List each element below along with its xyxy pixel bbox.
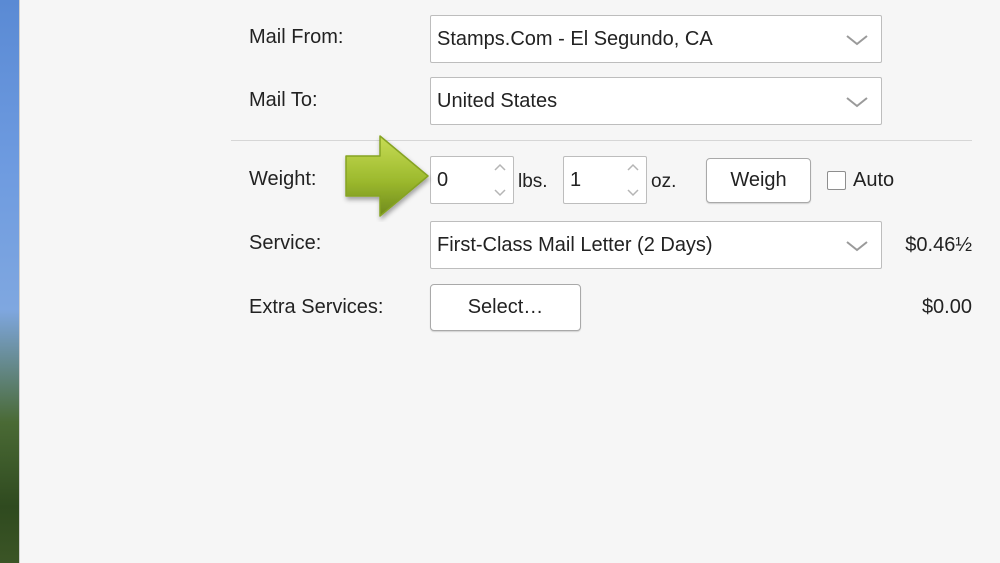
desktop-background-strip [0,0,20,563]
extra-services-price: $0.00 [921,296,972,318]
weight-label: Weight: [249,168,317,190]
service-label: Service: [249,232,322,254]
service-price: $0.46½ [905,234,972,256]
weight-lbs-value: 0 [437,168,449,191]
chevron-down-icon [846,35,868,46]
mail-from-select[interactable]: Stamps.Com - El Segundo, CA [430,15,882,63]
mail-from-value: Stamps.Com - El Segundo, CA [437,27,713,50]
chevron-down-icon [846,241,868,252]
stepper-arrows-icon[interactable] [626,161,640,199]
service-select[interactable]: First-Class Mail Letter (2 Days) [430,221,882,269]
auto-checkbox[interactable] [827,171,846,190]
oz-unit-label: oz. [651,171,677,192]
lbs-unit-label: lbs. [518,171,548,192]
weight-oz-stepper[interactable]: 1 [563,156,647,204]
auto-checkbox-label: Auto [853,169,895,191]
extra-services-label: Extra Services: [249,296,384,318]
chevron-down-icon [846,97,868,108]
mail-to-select[interactable]: United States [430,77,882,125]
weigh-button[interactable]: Weigh [706,158,811,203]
weight-oz-value: 1 [570,168,582,191]
mail-from-label: Mail From: [249,26,344,48]
mail-to-label: Mail To: [249,89,318,111]
extra-services-select-button[interactable]: Select… [430,284,581,331]
service-value: First-Class Mail Letter (2 Days) [437,233,713,256]
stepper-arrows-icon[interactable] [493,161,507,199]
callout-arrow-icon [345,135,429,217]
mail-to-value: United States [437,89,558,112]
weight-lbs-stepper[interactable]: 0 [430,156,514,204]
